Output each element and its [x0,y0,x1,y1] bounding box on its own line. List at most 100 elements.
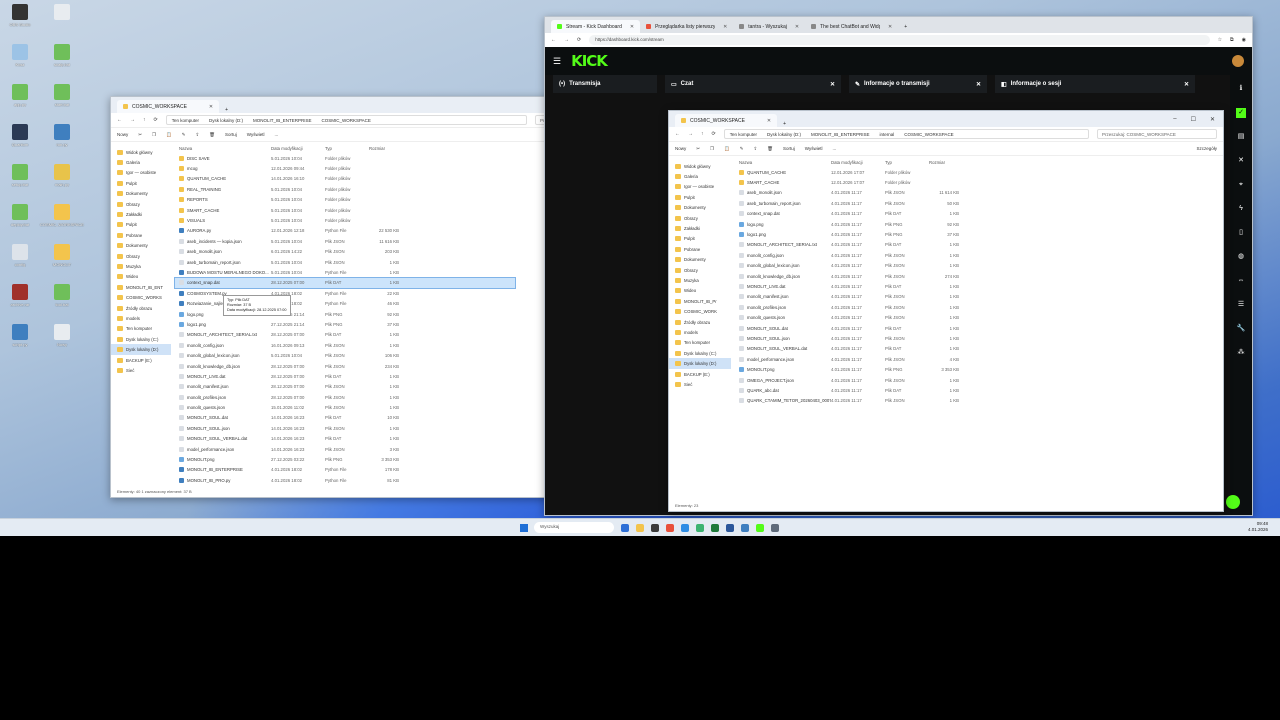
explorer-right-tab[interactable]: COSMIC_WORKSPACE ✕ [675,114,778,127]
sort-button[interactable]: Sortuj [783,146,795,151]
close-icon[interactable]: ✕ [1184,81,1189,88]
bolt-icon[interactable]: ϟ [1236,204,1246,214]
file-row[interactable]: MONOLIT_IB_PRO.py 4.01.2026 18:02 Python F… [175,475,515,485]
back-icon[interactable]: ← [117,117,122,123]
sidebar-item[interactable]: Igor — osobiste [111,168,171,178]
sidebar-item[interactable]: Widok główny [111,147,171,157]
sidebar-item[interactable]: Galeria [111,157,171,167]
file-row[interactable]: MONOLIT_IB_ENTERPRISE 4.01.2026 18:02 Pyth… [175,465,515,475]
sidebar-item[interactable]: Dysk lokalny (C:) [669,348,731,358]
view-button[interactable]: Wyświetl [247,132,265,137]
info-icon[interactable]: ℹ [1236,84,1246,94]
file-row[interactable]: AURORA.py 12.01.2026 12:18 Python File 22 5… [175,226,515,236]
phone-icon[interactable]: ▯ [1236,228,1246,238]
breadcrumb[interactable]: Ten komputer Dysk lokalny (D:) MONOLIT_IB_… [165,115,527,125]
share-icon[interactable]: ⇪ [195,132,199,138]
file-row[interactable]: MONOLIT_SOUL.json 14.01.2026 16:23 Plik JS… [175,423,515,433]
desktop-icon[interactable]: run.py [38,124,86,147]
breadcrumb-item[interactable]: Dysk lokalny (D:) [767,132,801,137]
column-name[interactable]: Nazwa [175,146,271,151]
minimize-icon[interactable]: – [1173,116,1176,123]
breadcrumb[interactable]: Ten komputer Dysk lokalny (D:) MONOLIT_IB_… [723,129,1089,139]
file-row[interactable]: aseb_turbomain_report.json 4.01.2026 11:1… [735,198,1035,208]
sidebar-item[interactable]: Widok główny [669,161,731,171]
file-row[interactable]: SMART_CACHE 5.01.2026 10:04 Folder plików [175,205,515,215]
file-row[interactable]: MONOLIT_SOUL.dat 14.01.2026 16:23 Plik DAT… [175,413,515,423]
file-row[interactable]: logo1.png 27.12.2025 21:14 Plik PNG 37 KB [175,319,515,329]
taskbar-app-icon[interactable] [741,523,749,532]
wrench-icon[interactable]: 🔧 [1236,324,1246,334]
close-icon[interactable]: ✕ [976,81,981,88]
up-icon[interactable]: ↑ [701,131,704,137]
close-icon[interactable]: ✕ [830,81,835,88]
close-icon[interactable]: ✕ [1210,116,1215,123]
column-size[interactable]: Rozmiar [929,160,959,165]
file-row[interactable]: monolit_config.json 16.01.2026 09:13 Plik … [175,340,515,350]
desktop-icon[interactable] [38,4,86,22]
new-tab-icon[interactable]: + [225,107,228,113]
taskbar-app-icon[interactable] [771,523,779,532]
back-icon[interactable]: ← [551,37,556,43]
file-row[interactable]: monolit_quests.json 4.01.2026 11:17 Plik J… [735,312,1035,322]
close-icon[interactable]: ✕ [1236,156,1246,166]
close-tab-icon[interactable]: ✕ [723,24,727,30]
extensions-icon[interactable]: ⧉ [1230,37,1234,43]
sidebar-item[interactable]: Obrazy [669,265,731,275]
file-row[interactable]: aseb_monolit.json 4.01.2026 11:17 Plik JSO… [735,188,1035,198]
column-date[interactable]: Data modyfikacji [831,160,885,165]
support-icon[interactable] [1226,495,1240,509]
file-row[interactable]: monolit_manifest.json 4.01.2026 11:17 Plik… [735,292,1035,302]
menu-icon[interactable]: ☰ [553,56,561,67]
desktop-icon[interactable]: main.py [38,164,86,187]
file-row[interactable]: monolit_profiles.json 4.01.2026 11:17 Plik… [735,302,1035,312]
sidebar-item[interactable]: Galeria [669,171,731,181]
taskbar-app-icon[interactable] [666,523,674,532]
sidebar-item[interactable]: Zakładki [111,209,171,219]
forward-icon[interactable]: → [130,117,135,123]
close-tab-icon[interactable]: ✕ [209,104,213,110]
taskbar-app-icon[interactable] [636,523,644,532]
file-row[interactable]: monolit_profiles.json 28.12.2025 07:00 Pli… [175,392,515,402]
file-row[interactable]: monolit_knowledge_db.json 28.12.2025 07:0… [175,361,515,371]
breadcrumb-item[interactable]: Ten komputer [172,118,199,123]
delete-icon[interactable]: 🗑 [209,132,215,138]
file-row[interactable]: MONOLIT_SOUL.json 4.01.2026 11:17 Plik JSO… [735,333,1035,343]
url-input[interactable]: https://dashboard.kick.com/stream [589,35,1210,45]
sidebar-item[interactable]: Pulpit [669,234,731,244]
taskbar-app-icon[interactable] [651,523,659,532]
column-name[interactable]: Nazwa [735,160,831,165]
file-row[interactable]: logo.png 4.01.2026 11:17 Plik PNG 92 KB [735,219,1035,229]
sidebar-item[interactable]: Pobrane [111,230,171,240]
refresh-icon[interactable]: ⟳ [154,117,158,123]
file-row[interactable]: logo1.png 4.01.2026 11:17 Plik PNG 37 KB [735,229,1035,239]
sidebar-item[interactable]: Wideo [669,286,731,296]
sort-button[interactable]: Sortuj [225,132,237,137]
cut-icon[interactable]: ✂ [138,132,142,138]
star-icon[interactable]: ☆ [1218,37,1222,43]
start-icon[interactable] [520,523,528,532]
sidebar-item[interactable]: Obrazy [111,199,171,209]
browser-tab[interactable]: Przeglądarka listy pierwszych... ✕ [640,20,733,33]
sidebar-item[interactable]: Pulpit [111,220,171,230]
details-button[interactable]: Szczegóły [1196,146,1217,151]
file-row[interactable]: model_performance.json 14.01.2026 16:23 Pl… [175,444,515,454]
sidebar-item[interactable]: Muzyka [111,261,171,271]
close-tab-icon[interactable]: ✕ [795,24,799,30]
file-row[interactable]: monolit_knowledge_db.json 4.01.2026 11:17… [735,271,1035,281]
sidebar-item[interactable]: COSMIC_WORKS [111,292,171,302]
file-row[interactable]: MONOLIT_SOUL_VERBAL.dat 14.01.2026 16:23 P… [175,434,515,444]
file-row[interactable]: monolit_config.json 4.01.2026 11:17 Plik J… [735,250,1035,260]
sidebar-item[interactable]: Dokumenty [669,203,731,213]
taskbar-app-icon[interactable] [756,523,764,532]
sidebar-item[interactable]: Muzyka [669,275,731,285]
sidebar-item[interactable]: BACKUP (E:) [111,355,171,365]
new-tab-icon[interactable]: + [904,24,907,30]
taskbar-search-input[interactable]: Wyszukaj [534,522,614,533]
close-tab-icon[interactable]: ✕ [630,24,634,30]
desktop-icon[interactable]: scalp.bat [38,44,86,67]
profile-icon[interactable]: ◉ [1242,37,1246,43]
browser-tab[interactable]: Stream - Kick Dashboard ✕ [551,20,641,33]
file-row[interactable]: VISUALS 5.01.2026 10:04 Folder plików [175,215,515,225]
check-icon[interactable]: ✓ [1236,108,1246,118]
breadcrumb-item[interactable]: MONOLIT_IB_ENTERPRISE [811,132,870,137]
